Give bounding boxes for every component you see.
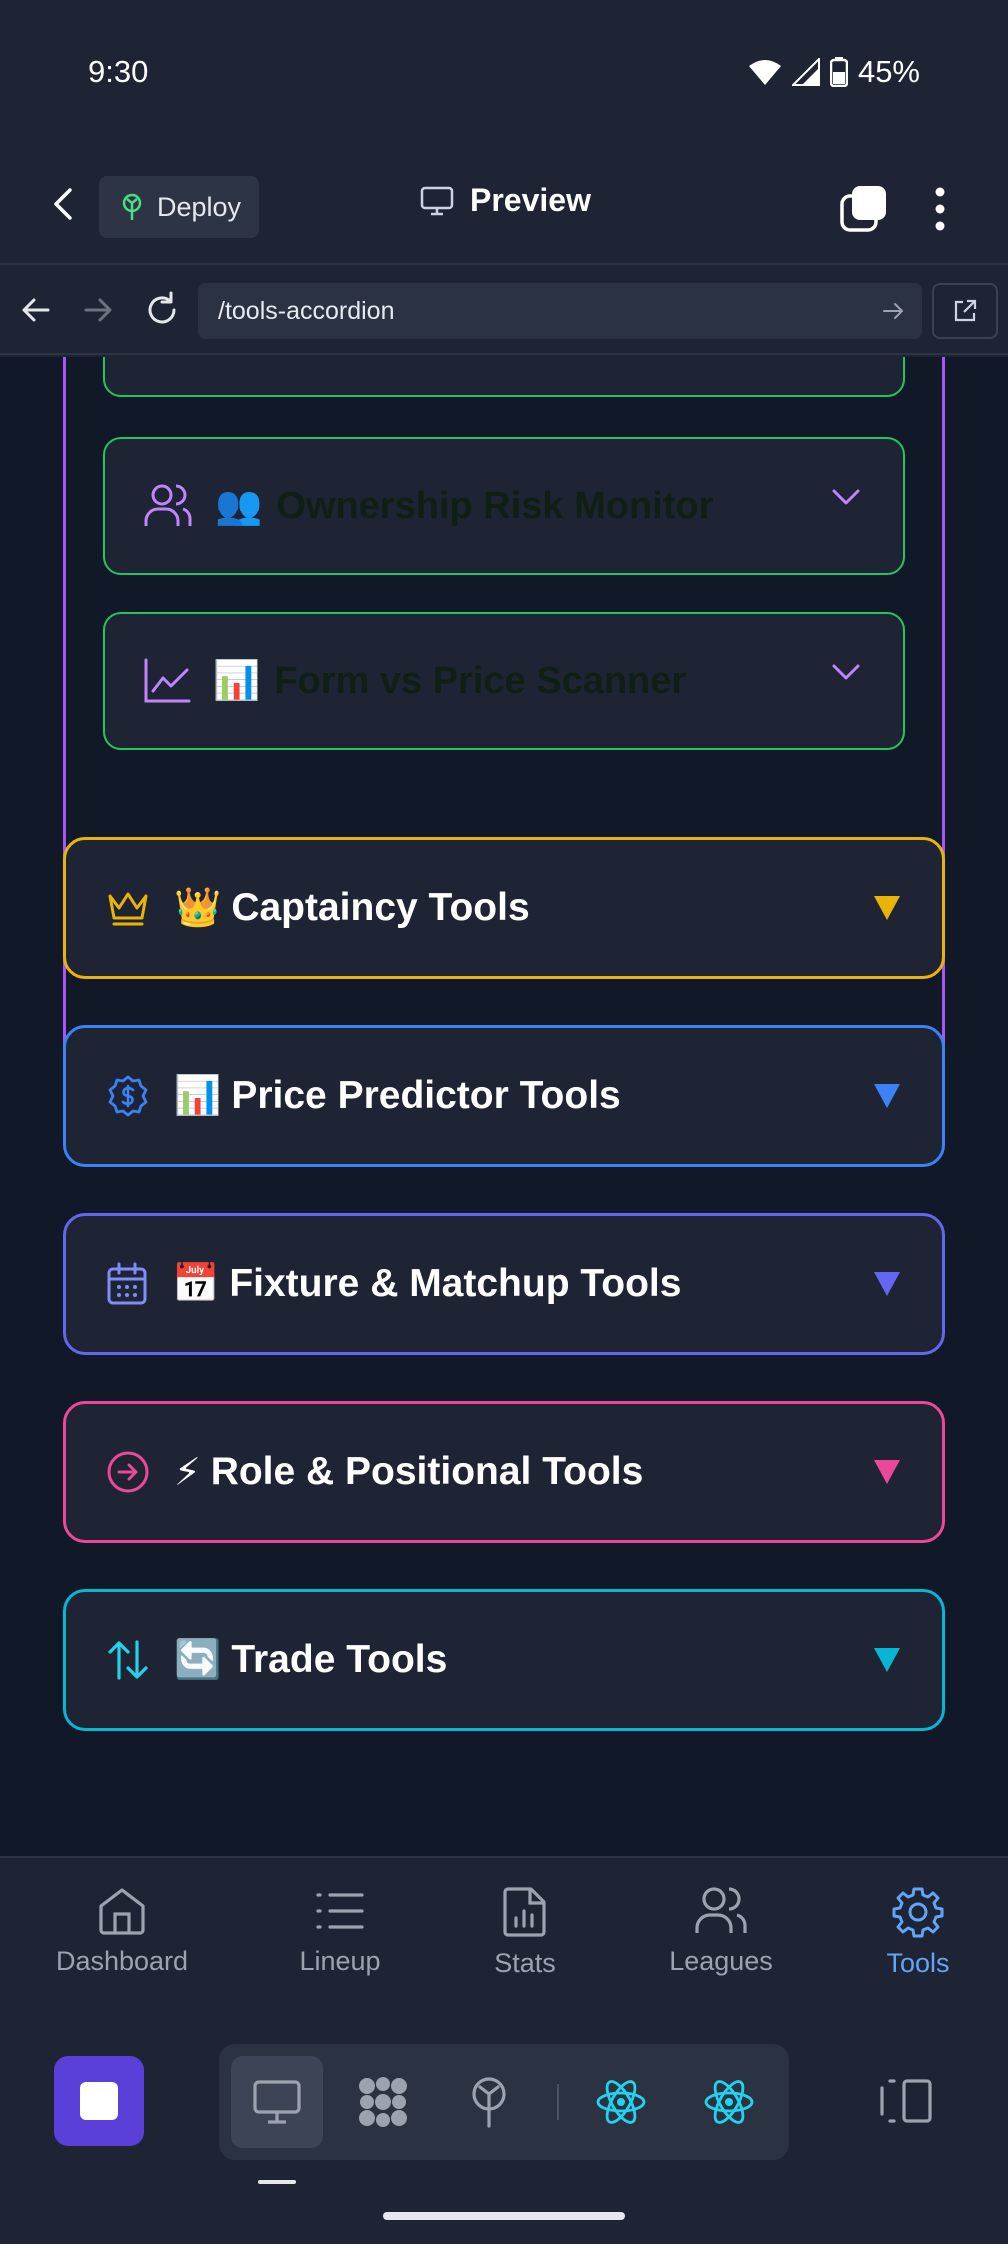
sub-tool-card[interactable]: 📊 Form vs Price Scanner [103,612,905,750]
nav-back-icon[interactable] [14,288,58,332]
calendar-icon [107,1262,147,1305]
preview-title: Preview [420,182,591,219]
tab-stats[interactable]: Stats [475,1886,575,1979]
arrow-circle-icon [107,1451,149,1493]
nav-forward-icon[interactable] [76,288,120,332]
dollar-badge-icon [108,1075,148,1117]
expand-triangle-icon [874,1648,900,1672]
tab-label: Stats [494,1948,556,1978]
section-price-predictor-tools[interactable]: 📊 Price Predictor Tools [63,1025,945,1167]
section-title: Price Predictor Tools [231,1074,621,1117]
expand-triangle-icon [874,1272,900,1296]
section-emoji: 👑 [174,887,222,929]
nodes-icon [359,2077,407,2127]
more-vertical-icon[interactable] [925,184,955,234]
signal-icon [791,58,820,86]
split-screen-icon[interactable] [878,2078,934,2124]
dock-nodes-button[interactable] [337,2056,429,2148]
status-time: 9:30 [88,54,149,89]
preview-label: Preview [470,182,591,218]
expand-triangle-icon [874,1460,900,1484]
dock-react-button[interactable] [683,2056,775,2148]
sub-tool-card[interactable]: 👥 Ownership Risk Monitor [103,437,905,575]
crown-icon [108,892,148,926]
section-emoji: 🔄 [174,1639,222,1681]
stop-icon [80,2082,118,2120]
expand-triangle-icon [874,896,900,920]
list-icon [316,1893,364,1929]
users-icon [695,1887,747,1933]
home-icon [99,1888,145,1935]
deploy-icon [472,2077,506,2128]
chevron-down-icon [832,664,860,680]
active-indicator [258,2180,296,2184]
react-icon [596,2080,646,2124]
sub-tool-emoji: 📊 [213,660,261,702]
react-icon [704,2080,754,2124]
monitor-icon [253,2080,301,2124]
dock-apps [219,2044,789,2160]
tab-label: Tools [886,1948,950,1978]
tab-leagues[interactable]: Leagues [660,1886,782,1977]
url-input[interactable]: /tools-accordion [198,283,922,339]
dock-separator [557,2084,559,2120]
section-emoji: 📅 [172,1263,220,1305]
open-external-button[interactable] [932,283,998,339]
sub-tool-title: Form vs Price Scanner [274,659,687,702]
browser-url-bar: /tools-accordion [0,265,1008,355]
sub-tool-card-partial[interactable] [103,357,905,397]
section-emoji: 📊 [174,1075,222,1117]
section-fixture-matchup-tools[interactable]: 📅 Fixture & Matchup Tools [63,1213,945,1355]
tab-lineup[interactable]: Lineup [280,1886,400,1977]
line-chart-icon [144,658,191,703]
tab-label: Leagues [669,1946,773,1976]
wifi-icon [748,60,781,85]
back-arrow-icon[interactable] [42,182,86,226]
section-captaincy-tools[interactable]: 👑 Captaincy Tools [63,837,945,979]
swap-arrows-icon [108,1640,148,1680]
dock-react-button[interactable] [575,2056,667,2148]
go-arrow-icon[interactable] [880,297,908,325]
battery-icon [829,57,848,87]
chevron-down-icon [832,489,860,505]
sub-tool-emoji: 👥 [215,485,263,527]
section-emoji: ⚡ [174,1451,201,1494]
file-chart-icon [503,1887,546,1937]
expand-triangle-icon [874,1084,900,1108]
status-icons: 45% [748,54,920,90]
tab-label: Lineup [299,1946,381,1976]
tab-label: Dashboard [55,1946,189,1976]
sub-tool-title: Ownership Risk Monitor [276,484,714,527]
tab-dashboard[interactable]: Dashboard [52,1886,192,1977]
tools-accordion: 👥 Ownership Risk Monitor 📊 Form vs Price… [0,357,1008,1857]
dock-preview-button[interactable] [231,2056,323,2148]
app-bar: Deploy Preview [0,150,1008,265]
users-icon [144,484,192,526]
section-role-positional-tools[interactable]: ⚡ Role & Positional Tools [63,1401,945,1543]
section-title: Role & Positional Tools [210,1450,644,1493]
gear-icon [892,1887,944,1938]
status-bar: 9:30 45% [0,0,1008,150]
section-title: Captaincy Tools [231,886,530,929]
deploy-button[interactable]: Deploy [99,176,259,238]
battery-percent: 45% [857,54,920,89]
reload-icon[interactable] [140,288,184,332]
section-trade-tools[interactable]: 🔄 Trade Tools [63,1589,945,1731]
monitor-icon [420,186,454,215]
url-text: /tools-accordion [218,296,395,325]
tab-tools[interactable]: Tools [870,1886,966,1979]
deploy-label: Deploy [157,191,242,222]
external-link-icon [954,299,977,322]
section-title: Trade Tools [231,1638,448,1681]
bottom-tab-bar: Dashboard Lineup Stats Leagues Tools [0,1856,1008,2008]
system-dock [0,2008,1008,2244]
stop-button[interactable] [54,2056,144,2146]
section-title: Fixture & Matchup Tools [229,1262,682,1305]
deploy-icon [122,193,142,220]
home-indicator[interactable] [383,2212,625,2220]
tabs-switcher-icon[interactable] [838,184,888,234]
dock-deploy-button[interactable] [443,2056,535,2148]
